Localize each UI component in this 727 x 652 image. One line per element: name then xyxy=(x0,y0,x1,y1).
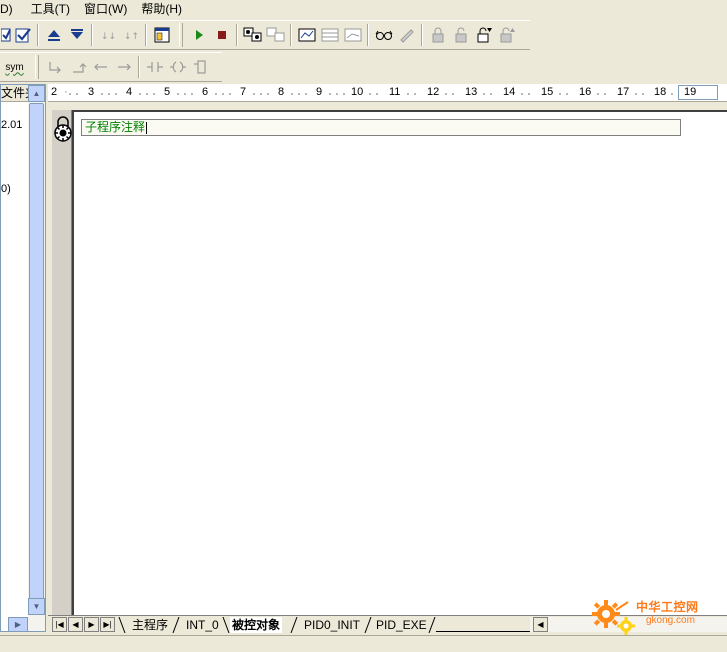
sort-ascending-icon[interactable]: ↓↓ xyxy=(97,24,119,46)
tab-baseline xyxy=(436,631,530,632)
toolbar-separator xyxy=(37,24,39,46)
toolbar-grip[interactable] xyxy=(35,55,39,79)
editor-gutter xyxy=(52,110,72,615)
table-status-icon[interactable] xyxy=(319,24,341,46)
toolbar-separator xyxy=(91,24,93,46)
compile-check-icon[interactable] xyxy=(12,24,34,46)
run-icon[interactable] xyxy=(188,24,210,46)
tab-main-program[interactable]: 主程序 xyxy=(132,617,168,633)
text-caret xyxy=(146,121,148,134)
force-lock-icon[interactable] xyxy=(473,24,495,46)
ruler-dots xyxy=(69,93,673,95)
tree-item[interactable]: 0) xyxy=(1,183,11,195)
menu-item-window[interactable]: 窗口(W) xyxy=(80,0,133,18)
subroutine-comment-text: 子程序注释 xyxy=(85,120,146,134)
tab-first-button[interactable]: |◀ xyxy=(52,617,67,632)
menu-item-tools[interactable]: 工具(T) xyxy=(27,0,76,18)
tab-next-button[interactable]: ▶ xyxy=(84,617,99,632)
menu-bar: D) 工具(T) 窗口(W) 帮助(H) xyxy=(0,0,727,18)
toolbar-separator xyxy=(138,56,140,78)
tab-divider xyxy=(222,617,230,633)
toolbar-separator xyxy=(145,24,147,46)
line-left-icon[interactable] xyxy=(90,56,112,78)
menu-item-help[interactable]: 帮助(H) xyxy=(137,0,188,18)
options-window-icon[interactable] xyxy=(151,24,173,46)
insert-line-up-icon[interactable] xyxy=(67,56,89,78)
tab-divider xyxy=(428,617,436,633)
stop-icon[interactable] xyxy=(211,24,233,46)
glasses-icon[interactable] xyxy=(373,24,395,46)
program-status-icon[interactable] xyxy=(242,24,264,46)
download-icon[interactable] xyxy=(66,24,88,46)
toolbar-grip[interactable] xyxy=(179,23,183,47)
padlock-icon[interactable] xyxy=(53,114,73,144)
toolbar-separator xyxy=(421,24,423,46)
edit-check-icon[interactable] xyxy=(0,24,11,46)
scroll-down-button[interactable]: ▼ xyxy=(28,598,45,615)
tab-divider xyxy=(290,617,298,633)
line-right-icon[interactable] xyxy=(113,56,135,78)
tab-divider xyxy=(172,617,180,633)
tab-divider xyxy=(364,617,372,633)
menu-item-debug[interactable]: D) xyxy=(0,0,19,18)
sym-label: sym xyxy=(5,61,24,73)
svg-text:↓↑: ↓↑ xyxy=(124,32,139,42)
tree-scroll-right-button[interactable]: ▶ xyxy=(8,617,28,632)
tab-pid0-init[interactable]: PID0_INIT xyxy=(304,617,360,633)
unforce-lock-icon[interactable] xyxy=(496,24,518,46)
subroutine-comment-field[interactable]: 子程序注释 xyxy=(81,119,681,136)
svg-text:↓↓: ↓↓ xyxy=(101,32,116,42)
watermark-title: 中华工控网 xyxy=(636,600,699,614)
tab-pid-exe[interactable]: PID_EXE xyxy=(376,617,427,633)
scroll-thumb[interactable] xyxy=(29,103,44,613)
program-editor[interactable]: 子程序注释 xyxy=(72,110,727,615)
symbol-button[interactable]: sym xyxy=(1,56,29,78)
toolbar-separator xyxy=(290,24,292,46)
tab-controlled-object[interactable]: 被控对象 xyxy=(230,617,283,633)
coil-icon[interactable] xyxy=(167,56,189,78)
tab-prev-button[interactable]: ◀ xyxy=(68,617,83,632)
tree-item[interactable]: 2.01 xyxy=(1,119,22,131)
chart-status-icon[interactable] xyxy=(296,24,318,46)
tab-int-0[interactable]: INT_0 xyxy=(186,617,219,633)
watermark-url: gkong.com xyxy=(646,615,695,626)
sort-descending-icon[interactable]: ↓↑ xyxy=(120,24,142,46)
tab-last-button[interactable]: ▶| xyxy=(100,617,115,632)
column-ruler: 2 · 3 4 5 6 7 8 9 10 11 12 13 14 15 16 1… xyxy=(48,84,727,102)
insert-line-down-icon[interactable] xyxy=(44,56,66,78)
scroll-up-button[interactable]: ▲ xyxy=(28,85,45,102)
upload-icon[interactable] xyxy=(43,24,65,46)
program-status-single-icon[interactable] xyxy=(265,24,287,46)
box-icon[interactable] xyxy=(190,56,212,78)
scroll-left-button[interactable]: ◀ xyxy=(533,617,548,632)
toolbar-main: ↓↓ ↓↑ xyxy=(0,20,530,50)
pen-icon[interactable] xyxy=(396,24,418,46)
tree-vertical-scrollbar[interactable]: ▲ ▼ xyxy=(28,85,45,631)
tab-divider xyxy=(118,617,126,633)
toolbar-separator xyxy=(236,24,238,46)
contact-icon[interactable] xyxy=(144,56,166,78)
unlock-icon[interactable] xyxy=(450,24,472,46)
trend-status-icon[interactable] xyxy=(342,24,364,46)
ruler-boxed-label: 19 xyxy=(678,85,718,100)
toolbar-instructions: sym xyxy=(0,52,222,82)
watermark: 中华工控网 gkong.com xyxy=(588,596,724,640)
toolbar-separator xyxy=(367,24,369,46)
lock-icon[interactable] xyxy=(427,24,449,46)
